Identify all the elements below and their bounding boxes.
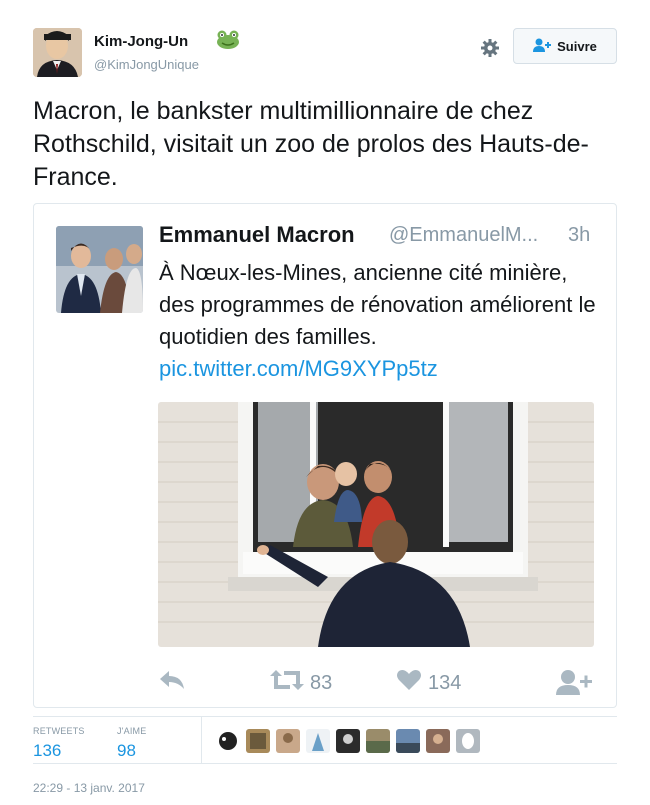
follow-label: Suivre xyxy=(557,38,597,54)
liker-avatar[interactable] xyxy=(306,729,330,753)
retweet-icon xyxy=(270,669,304,697)
like-button[interactable]: 134 xyxy=(396,669,461,697)
follow-user-icon xyxy=(533,38,552,55)
quoted-text: À Nœux-les-Mines, ancienne cité minière,… xyxy=(159,257,604,385)
gear-icon[interactable] xyxy=(480,38,500,58)
follow-add-button[interactable] xyxy=(556,669,592,701)
likes-label: J'AIME xyxy=(117,726,147,736)
liker-avatar[interactable] xyxy=(216,729,240,753)
quoted-text-body: À Nœux-les-Mines, ancienne cité minière,… xyxy=(159,260,596,349)
liker-avatar[interactable] xyxy=(426,729,450,753)
retweet-button[interactable]: 83 xyxy=(270,669,332,697)
retweet-count: 83 xyxy=(310,671,333,694)
author-handle[interactable]: @KimJongUnique xyxy=(94,57,199,72)
like-count: 134 xyxy=(428,671,462,694)
author-name[interactable]: Kim-Jong-Un xyxy=(94,33,188,50)
liker-avatar[interactable] xyxy=(396,729,420,753)
quoted-tweet[interactable]: Emmanuel Macron @EmmanuelM... 3h À Nœux-… xyxy=(33,203,617,708)
tweet-header: Kim-Jong-Un @KimJongUnique Suivre xyxy=(33,28,618,80)
reply-icon xyxy=(158,669,186,697)
reply-button[interactable] xyxy=(158,669,186,697)
follow-button[interactable]: Suivre xyxy=(513,28,617,64)
tweet-stats: RETWEETS 136 J'AIME 98 xyxy=(33,716,617,764)
retweets-label: RETWEETS xyxy=(33,726,85,736)
liker-avatar[interactable] xyxy=(366,729,390,753)
quoted-avatar[interactable] xyxy=(56,226,143,313)
quoted-link[interactable]: pic.twitter.com/MG9XYPp5tz xyxy=(159,356,438,381)
liker-avatar[interactable] xyxy=(456,729,480,753)
stats-divider xyxy=(201,717,202,763)
tweet-text: Macron, le bankster multimillionnaire de… xyxy=(33,97,589,191)
retweets-value: 136 xyxy=(33,741,62,760)
quoted-time[interactable]: 3h xyxy=(568,224,590,247)
quoted-photo[interactable] xyxy=(158,402,594,647)
author-avatar[interactable] xyxy=(33,28,82,77)
likes-stat[interactable]: J'AIME 98 xyxy=(117,726,146,761)
tweet-timestamp[interactable]: 22:29 - 13 janv. 2017 xyxy=(33,781,145,795)
liker-avatar[interactable] xyxy=(276,729,300,753)
quoted-author-handle[interactable]: @EmmanuelM... xyxy=(389,224,538,247)
follow-add-icon xyxy=(556,669,592,701)
quoted-actions: 83 134 xyxy=(158,669,598,699)
frog-emoji xyxy=(216,30,240,55)
liker-avatar[interactable] xyxy=(246,729,270,753)
heart-icon xyxy=(396,669,422,697)
retweets-stat[interactable]: RETWEETS 136 xyxy=(33,726,85,761)
quoted-author-name[interactable]: Emmanuel Macron xyxy=(159,222,355,248)
liker-avatar[interactable] xyxy=(336,729,360,753)
likers-avatars xyxy=(216,729,480,753)
likes-value: 98 xyxy=(117,741,136,760)
